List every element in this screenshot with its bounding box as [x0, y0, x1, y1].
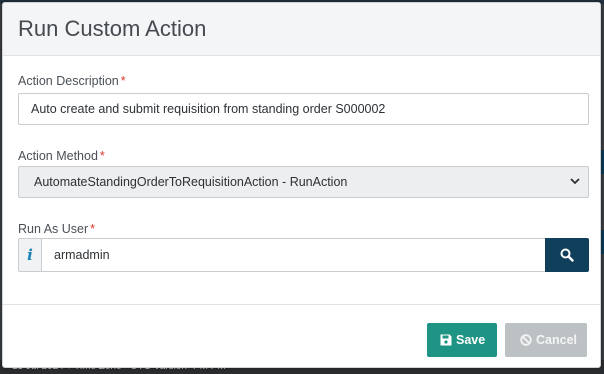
floppy-disk-icon	[440, 334, 452, 346]
chevron-down-icon	[570, 167, 580, 209]
save-button-label: Save	[456, 333, 486, 347]
action-method-label: Action Method *	[18, 149, 105, 163]
run-as-user-input[interactable]: armadmin	[41, 238, 547, 272]
action-description-input[interactable]: Auto create and submit requisition from …	[18, 93, 589, 125]
save-button[interactable]: Save	[427, 323, 497, 357]
ban-icon	[520, 334, 532, 346]
required-marker: *	[90, 222, 96, 236]
action-method-label-text: Action Method	[18, 149, 98, 163]
required-marker: *	[120, 74, 126, 88]
dialog-title: Run Custom Action	[18, 16, 207, 41]
run-custom-action-dialog: Run Custom Action Action Description * Au…	[2, 2, 601, 368]
action-description-label-text: Action Description	[18, 74, 119, 88]
dialog-footer: Save Cancel	[3, 304, 600, 368]
action-description-label: Action Description *	[18, 74, 126, 88]
run-as-user-label: Run As User *	[18, 222, 95, 236]
action-method-select[interactable]: AutomateStandingOrderToRequisitionAction…	[18, 166, 589, 198]
search-button[interactable]	[545, 238, 589, 272]
action-method-selected-value: AutomateStandingOrderToRequisitionAction…	[34, 175, 348, 189]
run-as-user-label-text: Run As User	[18, 222, 89, 236]
info-icon: i	[18, 238, 41, 272]
required-marker: *	[99, 149, 105, 163]
run-as-user-group: i armadmin	[18, 238, 589, 272]
cancel-button[interactable]: Cancel	[505, 323, 587, 357]
search-icon	[560, 248, 574, 262]
dialog-header: Run Custom Action	[3, 3, 600, 56]
cancel-button-label: Cancel	[536, 333, 577, 347]
